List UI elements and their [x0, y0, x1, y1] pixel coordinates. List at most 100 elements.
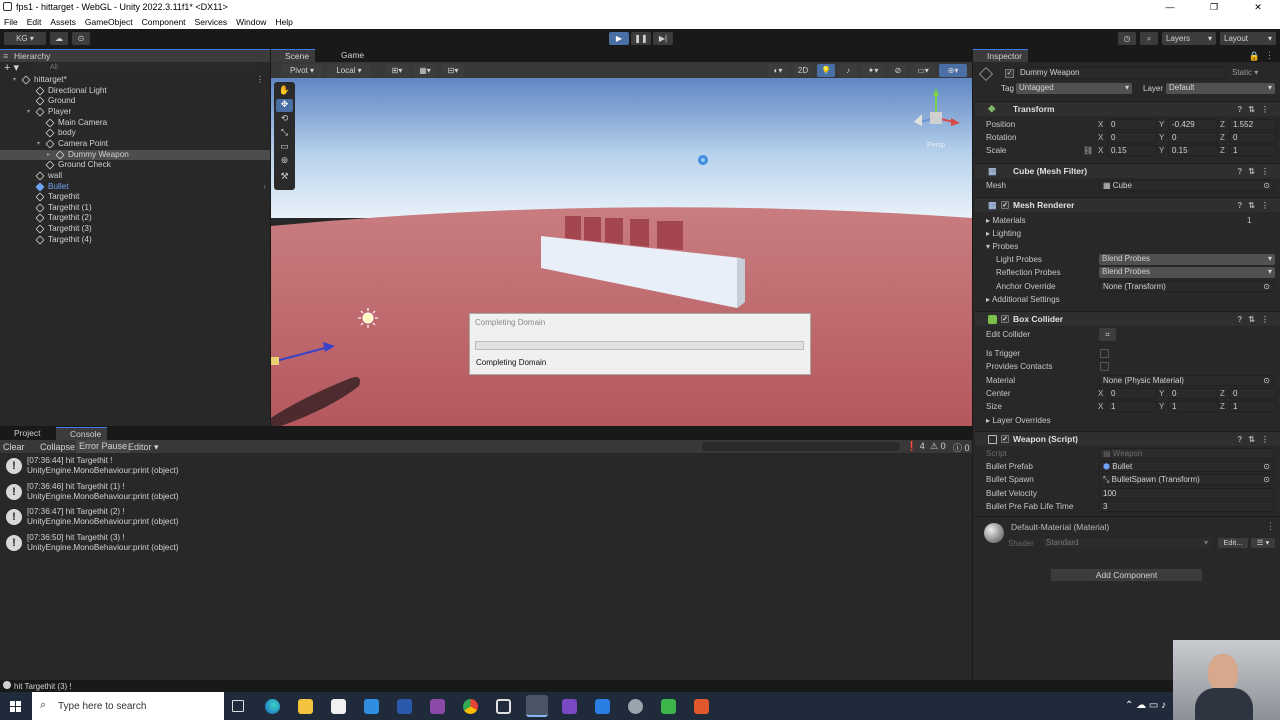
- probes-foldout[interactable]: ▾ Probes: [975, 240, 1280, 253]
- foldout-arrow-icon[interactable]: ▾: [27, 107, 30, 118]
- draw-mode-button[interactable]: ◐▾: [767, 64, 789, 77]
- hierarchy-item[interactable]: Targethit: [0, 192, 270, 203]
- lighting-toggle-icon[interactable]: 💡: [817, 64, 835, 77]
- material-title[interactable]: Default-Material (Material): [1011, 522, 1109, 532]
- bullet-lifetime-field[interactable]: 3: [1099, 501, 1274, 512]
- inspector-lock-icon[interactable]: 🔒: [1249, 51, 1260, 62]
- tab-project[interactable]: Project: [0, 427, 46, 440]
- play-button[interactable]: ▶: [609, 32, 629, 45]
- rotation-y[interactable]: 0: [1168, 132, 1218, 143]
- scale-tool-icon[interactable]: ⤡: [276, 127, 293, 140]
- grid-visibility-button[interactable]: ▦▾: [413, 64, 437, 77]
- hierarchy-item[interactable]: ▾ Player: [0, 107, 270, 118]
- close-button[interactable]: ✕: [1236, 0, 1280, 14]
- shader-dropdown[interactable]: Standard ▾: [1043, 538, 1211, 548]
- history-icon[interactable]: ◷: [1118, 32, 1136, 45]
- hierarchy-item[interactable]: ▸ Dummy Weapon: [0, 149, 270, 161]
- menu-gameobject[interactable]: GameObject: [85, 17, 133, 27]
- bullet-velocity-field[interactable]: 100: [1099, 488, 1274, 499]
- size-z[interactable]: 1: [1229, 401, 1277, 412]
- bullet-prefab-field[interactable]: ⬢ Bullet ⊙: [1099, 461, 1274, 472]
- error-count[interactable]: ⚠ 0: [930, 441, 946, 452]
- hierarchy-item[interactable]: Targethit (1): [0, 203, 270, 214]
- mesh-renderer-enabled-checkbox[interactable]: ✓: [1001, 201, 1009, 209]
- lighting-foldout[interactable]: ▸ Lighting: [975, 227, 1280, 240]
- box-collider-header[interactable]: ✓ Box Collider ?⇅⋮: [975, 311, 1280, 326]
- foldout-arrow-icon[interactable]: ▸: [47, 150, 50, 161]
- hierarchy-item[interactable]: ▾ hittarget* ⋮: [0, 75, 270, 86]
- object-name-field[interactable]: Dummy Weapon: [1016, 67, 1226, 79]
- rotation-z[interactable]: 0: [1229, 132, 1277, 143]
- pause-button[interactable]: ❚❚: [631, 32, 651, 45]
- reflection-probes-dropdown[interactable]: Blend Probes ▾: [1099, 267, 1275, 278]
- hierarchy-item[interactable]: Bullet ›: [0, 182, 270, 193]
- add-component-button[interactable]: Add Component: [1050, 568, 1203, 582]
- system-tray[interactable]: ⌃ ☁ ▭ ♪: [1125, 700, 1166, 711]
- menu-help[interactable]: Help: [275, 17, 292, 27]
- chrome-icon[interactable]: [463, 699, 478, 714]
- material-menu-icon[interactable]: ⋮: [1266, 521, 1275, 532]
- console-search-input[interactable]: [702, 442, 900, 451]
- static-toggle[interactable]: Static ▾: [1232, 68, 1258, 77]
- size-y[interactable]: 1: [1168, 401, 1218, 412]
- unity-hub-icon[interactable]: [496, 699, 511, 714]
- rotate-tool-icon[interactable]: ⟲: [276, 113, 293, 126]
- size-x[interactable]: 1: [1107, 401, 1157, 412]
- maximize-button[interactable]: ❐: [1192, 0, 1236, 14]
- audio-toggle-icon[interactable]: ♪: [839, 64, 857, 77]
- grid-snap-button[interactable]: ⊞▾: [385, 64, 409, 77]
- mesh-filter-header[interactable]: ▦ Cube (Mesh Filter) ?⇅⋮: [975, 163, 1280, 178]
- menu-component[interactable]: Component: [142, 17, 186, 27]
- materials-foldout[interactable]: ▸ Materials 1: [975, 214, 1280, 227]
- prefab-open-arrow-icon[interactable]: ›: [263, 182, 266, 193]
- unity-editor-icon[interactable]: [526, 695, 548, 717]
- console-log-entry[interactable]: ! [07:36:47] hit Targethit (2) ! UnityEngi…: [0, 505, 972, 531]
- layer-overrides-foldout[interactable]: ▸ Layer Overrides: [975, 414, 1280, 427]
- shader-options-button[interactable]: ☰ ▾: [1251, 538, 1275, 548]
- transform-header[interactable]: ✥ Transform ?⇅⋮: [975, 101, 1280, 116]
- tab-inspector[interactable]: Inspector: [973, 49, 1028, 62]
- taskbar-search-box[interactable]: ⌕ Type here to search: [32, 692, 224, 720]
- position-z[interactable]: 1.552: [1229, 119, 1277, 130]
- component-actions-icon[interactable]: ?⇅⋮: [1237, 102, 1275, 117]
- anchor-override-field[interactable]: None (Transform) ⊙: [1099, 281, 1274, 292]
- weapon-script-header[interactable]: ✓ Weapon (Script) ?⇅⋮: [975, 431, 1280, 446]
- menu-services[interactable]: Services: [195, 17, 228, 27]
- layers-dropdown[interactable]: Layers ▾: [1162, 32, 1216, 45]
- camera-dropdown[interactable]: ▭▾: [911, 64, 935, 77]
- warning-count[interactable]: ❗ 4: [906, 441, 925, 452]
- hierarchy-item[interactable]: Ground Check: [0, 160, 270, 171]
- clear-button[interactable]: Clear: [3, 442, 25, 452]
- hierarchy-item[interactable]: ▾ Camera Point: [0, 139, 270, 150]
- app-gray-icon[interactable]: [628, 699, 643, 714]
- pivot-dropdown[interactable]: Pivot ▾: [281, 64, 323, 77]
- hierarchy-item[interactable]: wall: [0, 171, 270, 182]
- inspector-menu-icon[interactable]: ⋮: [1265, 50, 1274, 61]
- collab-icon[interactable]: ⊙: [72, 32, 90, 45]
- word-icon[interactable]: [397, 699, 412, 714]
- add-object-button[interactable]: + ▾: [4, 61, 19, 74]
- constrain-proportions-icon[interactable]: ⛓: [1083, 144, 1093, 157]
- account-button[interactable]: KG ▾: [4, 32, 46, 45]
- rotation-x[interactable]: 0: [1107, 132, 1157, 143]
- hand-tool-icon[interactable]: ✋: [276, 85, 293, 98]
- local-dropdown[interactable]: Local ▾: [327, 64, 371, 77]
- transform-tool-icon[interactable]: ⊛: [276, 155, 293, 168]
- increment-snap-button[interactable]: ⊟▾: [441, 64, 465, 77]
- hierarchy-item[interactable]: Targethit (4): [0, 235, 270, 246]
- notepad-icon[interactable]: [595, 699, 610, 714]
- info-count[interactable]: ⓘ 0: [953, 441, 970, 454]
- tab-hierarchy[interactable]: Hierarchy: [0, 49, 270, 62]
- light-probes-dropdown[interactable]: Blend Probes ▾: [1099, 254, 1275, 265]
- custom-tool-icon[interactable]: ⚒: [276, 171, 293, 184]
- mesh-renderer-header[interactable]: ▦ ✓ Mesh Renderer ?⇅⋮: [975, 197, 1280, 212]
- scene-viewport[interactable]: Persp ✋ ✥ ⟲ ⤡ ▭ ⊛ ⚒ Completing Domain Co…: [271, 78, 972, 426]
- active-checkbox[interactable]: ✓: [1005, 69, 1014, 78]
- hierarchy-item[interactable]: Ground: [0, 96, 270, 107]
- console-log-entry[interactable]: ! [07:36:46] hit Targethit (1) ! UnityEngi…: [0, 480, 972, 506]
- editor-dropdown[interactable]: Editor ▾: [128, 442, 159, 453]
- windows-start-icon[interactable]: [10, 701, 21, 712]
- menu-edit[interactable]: Edit: [27, 17, 42, 27]
- recorder-icon[interactable]: [694, 699, 709, 714]
- collapse-button[interactable]: Collapse: [40, 442, 75, 452]
